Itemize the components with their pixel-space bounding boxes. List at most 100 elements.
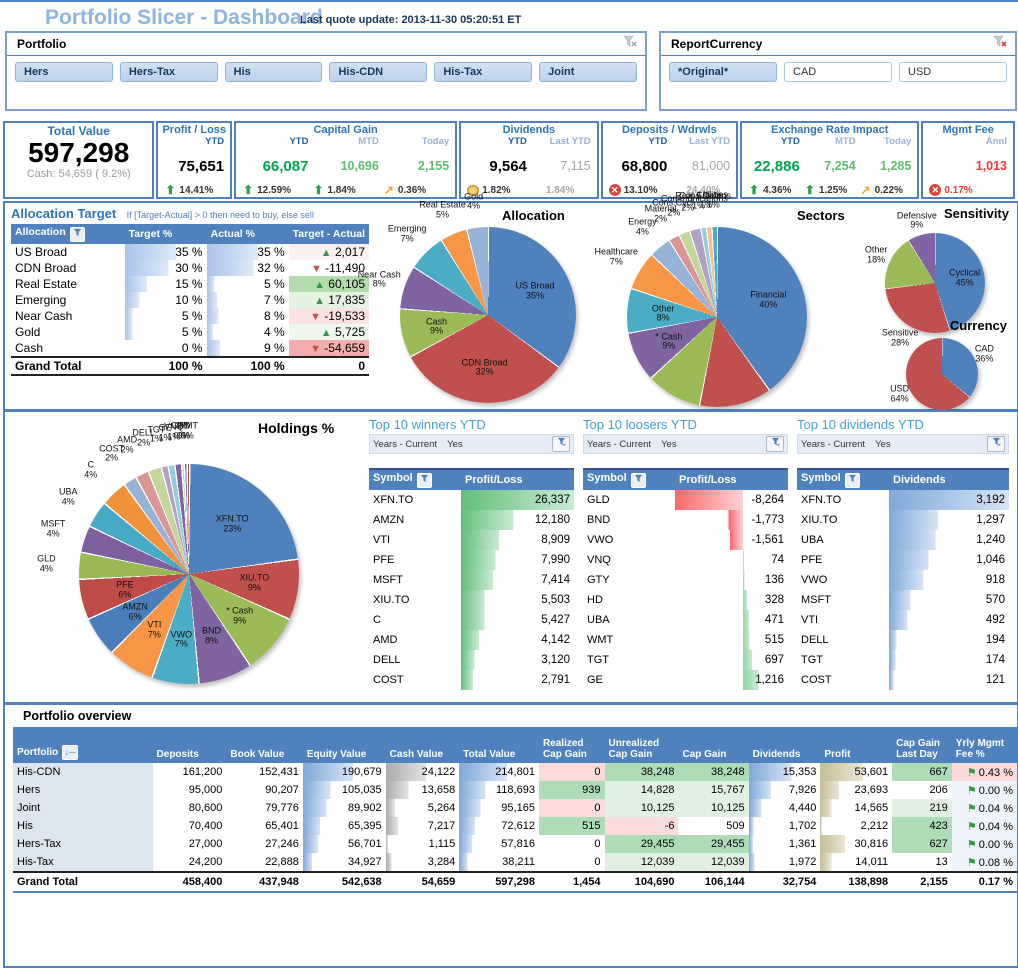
- column-header-value[interactable]: Profit/Loss: [675, 469, 788, 490]
- cap_gain-cell: 29,455: [678, 835, 748, 853]
- value-cell: 570: [889, 590, 1009, 610]
- overview-column-header[interactable]: Yrly Mgmt Fee %: [952, 727, 1017, 763]
- value-cell: 174: [889, 650, 1009, 670]
- column-header-target[interactable]: Target %: [125, 224, 207, 244]
- column-header-value[interactable]: Profit/Loss: [461, 469, 574, 490]
- profit-cell: 23,693: [820, 781, 892, 799]
- symbol-cell: COST: [797, 670, 889, 690]
- top10-title: Top 10 loosers YTD: [583, 417, 788, 432]
- book-cell: 90,207: [226, 781, 302, 799]
- symbol-cell: AMZN: [369, 510, 461, 530]
- pie-label: XFN.TO 23%: [207, 514, 257, 533]
- column-header-value[interactable]: Dividends: [889, 469, 1009, 490]
- value-cell: 121: [889, 670, 1009, 690]
- value-cell: 4,142: [461, 630, 574, 650]
- top10-row: DELL3,120: [369, 650, 574, 670]
- top10-row: MSFT7,414: [369, 570, 574, 590]
- filter-icon[interactable]: [417, 473, 432, 488]
- portfolio-name-cell: His: [13, 817, 153, 835]
- kpi-column: YTD9,5641.82%: [465, 136, 529, 196]
- overview-column-header[interactable]: Unrealized Cap Gain: [605, 727, 679, 763]
- value-cell: 8,909: [461, 530, 574, 550]
- pie-label: Energy 4%: [615, 217, 669, 236]
- top10-row: XFN.TO26,337: [369, 490, 574, 510]
- pie-label: DELL 2%: [117, 429, 171, 448]
- kpi-column: YTD75,651⬆14.41%: [162, 136, 226, 196]
- overview-column-header[interactable]: Realized Cap Gain: [539, 727, 605, 763]
- slicer-button-usd[interactable]: USD: [899, 62, 1007, 82]
- kpi-column: Annl1,013✕0.17%: [927, 136, 1009, 196]
- overview-column-header[interactable]: Portfolio↓─: [13, 727, 153, 763]
- book-cell: 22,888: [226, 853, 302, 872]
- profit-cell: 53,601: [820, 763, 892, 781]
- slicer-button-joint[interactable]: Joint: [539, 62, 637, 82]
- overview-column-header[interactable]: Equity Value: [303, 727, 386, 763]
- allocation-name: Cash: [11, 340, 125, 357]
- symbol-cell: PFE: [369, 550, 461, 570]
- unrealized-cell: 104,690: [605, 872, 679, 892]
- dividends-cell: 15,353: [749, 763, 821, 781]
- overview-row: His70,40065,40165,3957,21772,612515-6509…: [13, 817, 1017, 835]
- column-header-symbol[interactable]: Symbol: [583, 469, 675, 490]
- overview-column-header[interactable]: Cash Value: [386, 727, 460, 763]
- filter-icon[interactable]: [70, 227, 85, 242]
- kpi-period-label: Annl: [929, 136, 1007, 147]
- filter-icon[interactable]: [631, 473, 646, 488]
- slicer-button-hers[interactable]: Hers: [15, 62, 113, 82]
- kpi-column: YTD22,886⬆4.36%: [746, 136, 802, 196]
- fee-cell: ⚑0.04 %: [952, 817, 1017, 835]
- top10-row: VTI492: [797, 610, 1009, 630]
- slicer-button-his[interactable]: His: [225, 62, 323, 82]
- equity-cell: 105,035: [303, 781, 386, 799]
- deposits-cell: 24,200: [153, 853, 227, 872]
- allocation-row: Near Cash5 %8 %▼ -19,533: [11, 308, 369, 324]
- overview-column-header[interactable]: Total Value: [459, 727, 539, 763]
- top10-row: COST121: [797, 670, 1009, 690]
- overview-column-header[interactable]: Book Value: [226, 727, 302, 763]
- filter-dropdown-button[interactable]: [766, 436, 784, 452]
- pie-label: Other 8%: [638, 304, 688, 323]
- actual-percent: 32 %: [207, 260, 289, 276]
- last_day-cell: 627: [892, 835, 952, 853]
- down-triangle-icon: ▼: [310, 311, 321, 323]
- column-header-symbol[interactable]: Symbol: [369, 469, 461, 490]
- green-flag-icon: ⚑: [967, 767, 977, 779]
- allocation-row: US Broad35 %35 %▲ 2,017: [11, 244, 369, 260]
- symbol-cell: XFN.TO: [797, 490, 889, 510]
- overview-column-header[interactable]: Dividends: [749, 727, 821, 763]
- currency-pie-chart: CAD 36%USD 64%: [906, 338, 978, 410]
- actual-percent: 4 %: [207, 324, 289, 340]
- kpi-big-value: 597,298: [9, 138, 148, 168]
- unrealized-cell: 29,455: [605, 835, 679, 853]
- filter-icon[interactable]: [845, 473, 860, 488]
- slicer-button-hers-tax[interactable]: Hers-Tax: [120, 62, 218, 82]
- overview-column-header[interactable]: Cap Gain Last Day: [892, 727, 952, 763]
- slicer-button-original[interactable]: *Original*: [669, 62, 777, 82]
- slicer-button-his-tax[interactable]: His-Tax: [434, 62, 532, 82]
- cash-cell: 54,659: [386, 872, 460, 892]
- pie-label: Defensive 9%: [890, 211, 944, 230]
- column-header-allocation[interactable]: Allocation: [11, 224, 125, 244]
- pie-label: GLD 4%: [19, 555, 73, 574]
- column-header-actual[interactable]: Actual %: [207, 224, 289, 244]
- overview-row: Hers95,00090,207105,03513,658118,6939391…: [13, 781, 1017, 799]
- filter-value: Yes: [875, 439, 977, 450]
- filter-dropdown-button[interactable]: [987, 436, 1005, 452]
- overview-column-header[interactable]: Deposits: [153, 727, 227, 763]
- symbol-cell: VTI: [797, 610, 889, 630]
- allocation-row: Cash0 %9 %▼ -54,659: [11, 340, 369, 357]
- slicer-button-cad[interactable]: CAD: [784, 62, 892, 82]
- symbol-cell: DELL: [369, 650, 461, 670]
- overview-column-header[interactable]: Profit: [820, 727, 892, 763]
- clear-filter-icon[interactable]: [993, 35, 1007, 53]
- equity-cell: 190,679: [303, 763, 386, 781]
- pie-label: HD 0%: [157, 421, 211, 440]
- column-header-target-actual[interactable]: Target - Actual: [289, 224, 369, 244]
- slicer-button-his-cdn[interactable]: His-CDN: [329, 62, 427, 82]
- filter-dropdown-button[interactable]: [552, 436, 570, 452]
- clear-filter-icon[interactable]: [623, 35, 637, 53]
- column-header-symbol[interactable]: Symbol: [797, 469, 889, 490]
- kpi-period-label: MTD: [312, 136, 378, 147]
- sort-icon[interactable]: ↓─: [62, 745, 78, 760]
- overview-column-header[interactable]: Cap Gain: [678, 727, 748, 763]
